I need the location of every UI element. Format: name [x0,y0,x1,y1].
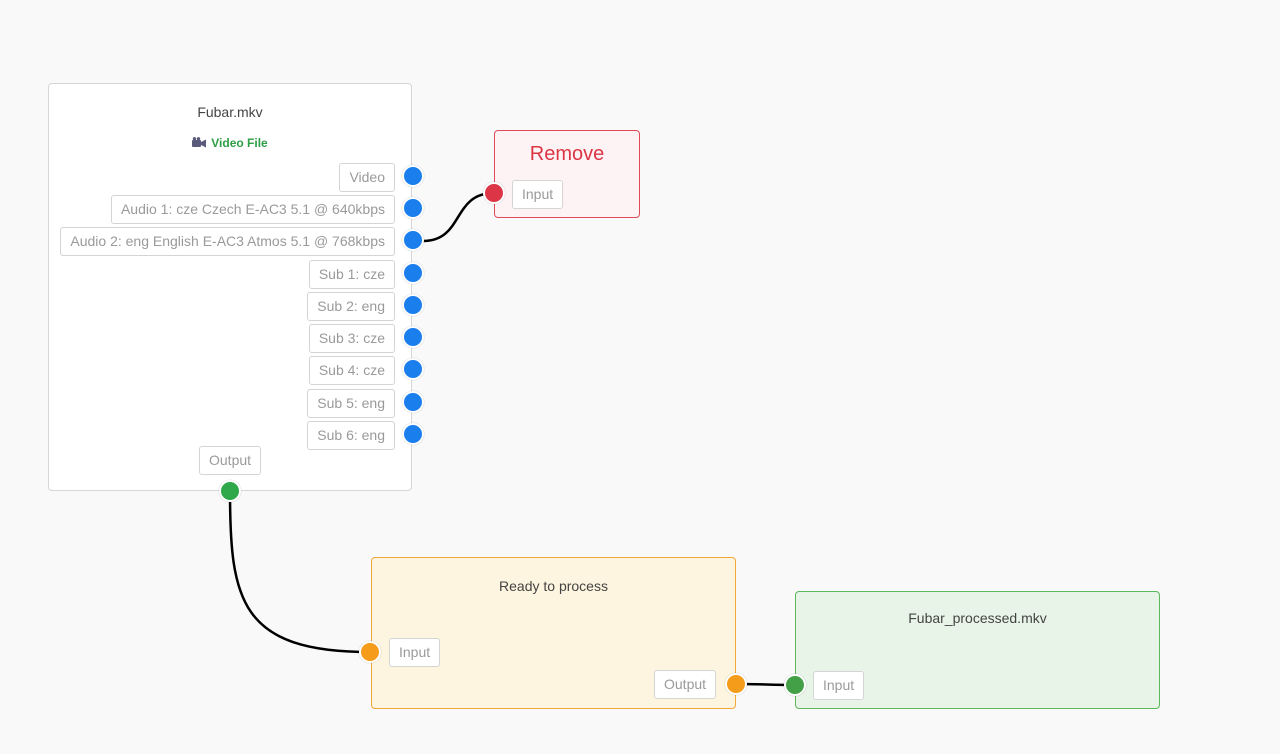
stream-label: Video [339,163,395,192]
remove-input-port[interactable] [483,182,505,204]
stream-port[interactable] [402,358,424,380]
output-input-label: Input [813,671,865,700]
process-input-port[interactable] [359,641,381,663]
source-file-node[interactable]: Fubar.mkv Video File Video Audio 1: cze C… [48,83,412,491]
process-output-port[interactable] [725,673,747,695]
process-input-label: Input [389,638,441,667]
source-output-label: Output [199,446,262,475]
output-node-title: Fubar_processed.mkv [908,610,1047,626]
edge-audio2-to-remove[interactable] [422,191,495,243]
stream-port[interactable] [402,391,424,413]
stream-port[interactable] [402,423,424,445]
process-output-label: Output [654,670,717,699]
remove-node[interactable]: Remove Input [494,130,640,218]
stream-label: Sub 5: eng [307,389,395,418]
stream-label: Audio 1: cze Czech E-AC3 5.1 @ 640kbps [110,195,395,224]
stream-label: Audio 2: eng English E-AC3 Atmos 5.1 @ 7… [60,227,395,256]
source-node-type-label: Video File [211,136,268,150]
process-node[interactable]: Ready to process Input Output [371,557,736,709]
stream-label: Sub 6: eng [307,421,395,450]
stream-port[interactable] [402,229,424,251]
stream-port[interactable] [402,197,424,219]
node-editor-canvas[interactable]: Fubar.mkv Video File Video Audio 1: cze C… [0,0,1280,754]
stream-label: Sub 1: cze [308,260,395,289]
remove-input-label: Input [512,180,564,209]
stream-port[interactable] [402,165,424,187]
stream-port[interactable] [402,262,424,284]
edge-source-output-to-process-input[interactable] [228,490,371,654]
stream-label: Sub 4: cze [308,356,395,385]
output-file-node[interactable]: Fubar_processed.mkv Input [795,591,1160,709]
output-input-port[interactable] [784,674,806,696]
source-output-port[interactable] [219,480,241,502]
remove-node-title: Remove [529,143,605,165]
stream-label: Sub 2: eng [307,292,395,321]
stream-label: Sub 3: cze [308,324,395,353]
stream-port[interactable] [402,326,424,348]
process-node-title: Ready to process [499,578,608,594]
video-camera-icon [192,136,207,151]
stream-port[interactable] [402,294,424,316]
source-node-type: Video File [49,136,411,151]
source-node-title: Fubar.mkv [197,104,263,120]
